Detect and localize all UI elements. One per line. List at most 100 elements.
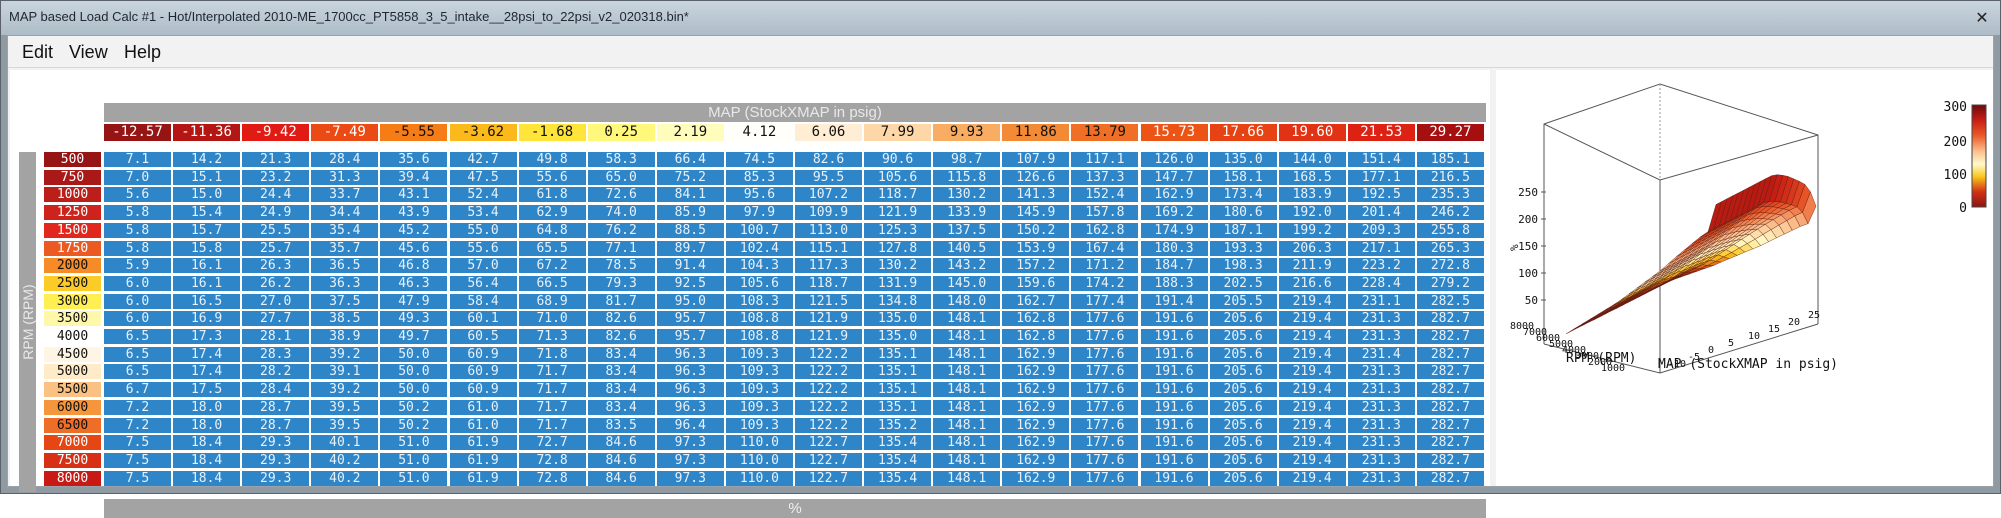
table-cell[interactable]: 231.4: [1347, 346, 1415, 362]
table-cell[interactable]: 145.9: [1002, 205, 1070, 221]
table-cell[interactable]: 282.7: [1416, 329, 1484, 344]
table-cell[interactable]: 71.0: [518, 311, 586, 327]
table-cell[interactable]: 168.5: [1278, 169, 1346, 185]
table-cell[interactable]: 110.0: [725, 470, 793, 486]
table-cell[interactable]: 171.2: [1071, 258, 1139, 274]
table-cell[interactable]: 162.9: [1140, 187, 1208, 203]
table-cell[interactable]: 76.2: [587, 222, 655, 238]
menu-view[interactable]: View: [69, 42, 108, 63]
table-cell[interactable]: 60.9: [449, 382, 517, 398]
y-axis-header-cell[interactable]: 1250: [44, 205, 101, 221]
table-cell[interactable]: 65.5: [518, 240, 586, 256]
table-cell[interactable]: 97.3: [656, 452, 724, 468]
table-cell[interactable]: 282.7: [1416, 452, 1484, 468]
y-axis-header-cell[interactable]: 2000: [44, 258, 101, 274]
table-cell[interactable]: 177.6: [1071, 346, 1139, 362]
table-cell[interactable]: 102.4: [725, 240, 793, 256]
table-cell[interactable]: 55.6: [449, 240, 517, 256]
table-cell[interactable]: 96.4: [656, 417, 724, 433]
table-cell[interactable]: 162.9: [1002, 382, 1070, 398]
table-cell[interactable]: 16.5: [173, 293, 241, 309]
table-cell[interactable]: 14.2: [173, 152, 241, 167]
table-cell[interactable]: 125.3: [864, 222, 932, 238]
table-cell[interactable]: 109.3: [725, 417, 793, 433]
table-cell[interactable]: 15.8: [173, 240, 241, 256]
table-cell[interactable]: 135.1: [864, 364, 932, 380]
table-cell[interactable]: 40.1: [311, 435, 379, 451]
table-cell[interactable]: 118.7: [795, 275, 862, 291]
table-cell[interactable]: 50.0: [380, 364, 448, 380]
table-cell[interactable]: 107.2: [795, 187, 862, 203]
table-cell[interactable]: 47.9: [380, 293, 448, 309]
table-cell[interactable]: 282.7: [1416, 399, 1484, 415]
table-cell[interactable]: 137.3: [1071, 169, 1139, 185]
table-cell[interactable]: 231.1: [1347, 293, 1415, 309]
table-cell[interactable]: 117.3: [795, 258, 862, 274]
table-cell[interactable]: 18.0: [173, 417, 241, 433]
surface-plot-panel[interactable]: 250 200 150 100 50% 8000 7000 6000 5000 4000 3000 2…: [1496, 70, 1993, 486]
table-cell[interactable]: 75.2: [656, 169, 724, 185]
table-cell[interactable]: 37.5: [311, 293, 379, 309]
table-cell[interactable]: 39.1: [311, 364, 379, 380]
table-cell[interactable]: 7.2: [104, 417, 171, 433]
table-cell[interactable]: 108.8: [725, 329, 793, 344]
y-axis-header-cell[interactable]: 500: [44, 152, 101, 167]
table-cell[interactable]: 18.4: [173, 470, 241, 486]
table-cell[interactable]: 6.7: [104, 382, 171, 398]
table-cell[interactable]: 53.4: [449, 205, 517, 221]
table-cell[interactable]: 109.3: [725, 382, 793, 398]
table-cell[interactable]: 71.8: [518, 346, 586, 362]
table-cell[interactable]: 145.0: [933, 275, 1001, 291]
table-cell[interactable]: 56.4: [449, 275, 517, 291]
table-cell[interactable]: 131.9: [864, 275, 932, 291]
table-cell[interactable]: 211.9: [1278, 258, 1346, 274]
table-cell[interactable]: 77.1: [587, 240, 655, 256]
x-axis-header-cell[interactable]: 15.73: [1140, 124, 1208, 141]
table-cell[interactable]: 107.9: [1002, 152, 1070, 167]
table-cell[interactable]: 188.3: [1140, 275, 1208, 291]
table-cell[interactable]: 15.7: [173, 222, 241, 238]
y-axis-header-cell[interactable]: 3000: [44, 293, 101, 309]
table-cell[interactable]: 174.2: [1071, 275, 1139, 291]
table-cell[interactable]: 83.4: [587, 346, 655, 362]
table-cell[interactable]: 135.4: [864, 435, 932, 451]
table-cell[interactable]: 5.9: [104, 258, 171, 274]
table-cell[interactable]: 162.8: [1002, 329, 1070, 344]
table-cell[interactable]: 50.0: [380, 346, 448, 362]
table-cell[interactable]: 51.0: [380, 470, 448, 486]
table-cell[interactable]: 127.8: [864, 240, 932, 256]
table-cell[interactable]: 97.3: [656, 435, 724, 451]
table-cell[interactable]: 89.7: [656, 240, 724, 256]
table-cell[interactable]: 109.9: [795, 205, 862, 221]
table-cell[interactable]: 90.6: [864, 152, 932, 167]
table-cell[interactable]: 40.2: [311, 452, 379, 468]
table-cell[interactable]: 217.1: [1347, 240, 1415, 256]
table-cell[interactable]: 82.6: [587, 329, 655, 344]
table-cell[interactable]: 28.3: [242, 346, 310, 362]
table-cell[interactable]: 97.9: [725, 205, 793, 221]
table-cell[interactable]: 71.3: [518, 329, 586, 344]
table-cell[interactable]: 51.0: [380, 435, 448, 451]
table-cell[interactable]: 126.6: [1002, 169, 1070, 185]
table-cell[interactable]: 17.4: [173, 364, 241, 380]
table-cell[interactable]: 6.0: [104, 275, 171, 291]
table-cell[interactable]: 177.4: [1071, 293, 1139, 309]
table-cell[interactable]: 67.2: [518, 258, 586, 274]
table-cell[interactable]: 122.2: [795, 346, 862, 362]
table-cell[interactable]: 184.7: [1140, 258, 1208, 274]
table-cell[interactable]: 121.5: [795, 293, 862, 309]
table-cell[interactable]: 28.4: [311, 152, 379, 167]
table-cell[interactable]: 282.7: [1416, 417, 1484, 433]
table-cell[interactable]: 231.3: [1347, 399, 1415, 415]
table-cell[interactable]: 157.8: [1071, 205, 1139, 221]
table-cell[interactable]: 47.5: [449, 169, 517, 185]
table-cell[interactable]: 177.6: [1071, 382, 1139, 398]
table-cell[interactable]: 231.3: [1347, 435, 1415, 451]
table-cell[interactable]: 191.6: [1140, 364, 1208, 380]
table-cell[interactable]: 135.0: [1209, 152, 1277, 167]
table-cell[interactable]: 74.0: [587, 205, 655, 221]
x-axis-header-cell[interactable]: 21.53: [1347, 124, 1415, 141]
table-cell[interactable]: 135.0: [864, 329, 932, 344]
table-cell[interactable]: 177.6: [1071, 452, 1139, 468]
table-cell[interactable]: 39.2: [311, 382, 379, 398]
